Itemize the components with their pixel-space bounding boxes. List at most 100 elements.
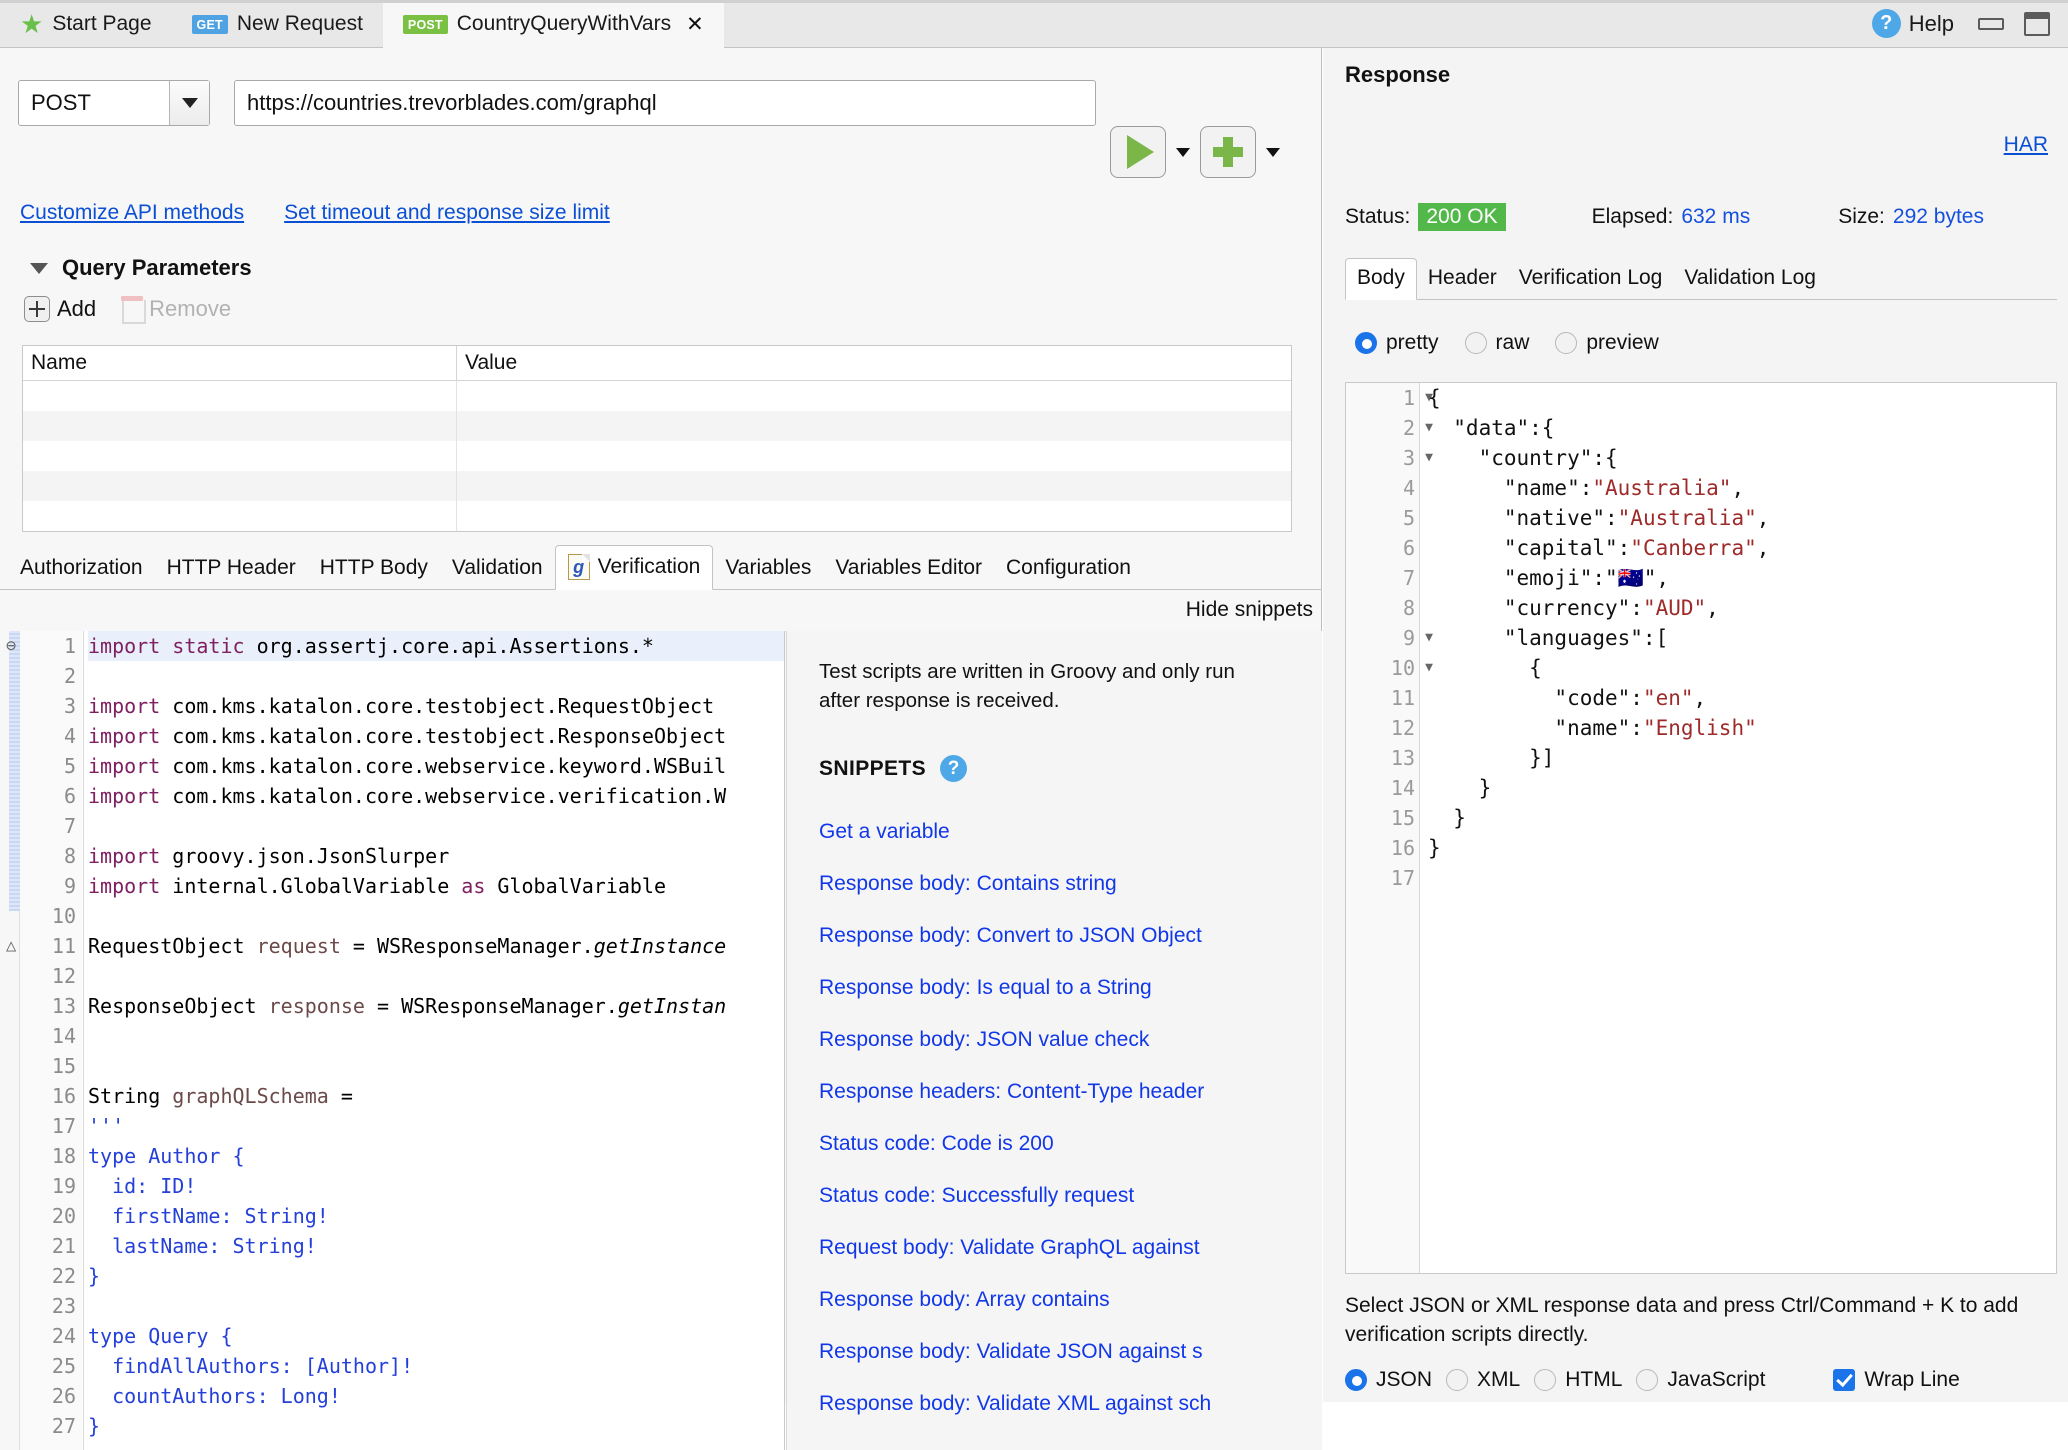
code-line[interactable]: import com.kms.katalon.core.webservice.v…	[88, 781, 784, 811]
cell-name[interactable]	[23, 471, 457, 501]
tab-http-body[interactable]: HTTP Body	[308, 548, 440, 589]
add-request-button[interactable]	[1200, 126, 1256, 178]
cell-name[interactable]	[23, 501, 457, 531]
radio-icon[interactable]	[1636, 1368, 1659, 1391]
tab-header[interactable]: Header	[1417, 259, 1508, 299]
code-line[interactable]: lastName: String!	[88, 1231, 784, 1261]
code-line[interactable]: import groovy.json.JsonSlurper	[88, 841, 784, 871]
response-line[interactable]: "native":"Australia",	[1428, 503, 2056, 533]
collapse-triangle-icon[interactable]	[30, 262, 48, 274]
snippet-link[interactable]: Response headers: Content-Type header	[819, 1066, 1322, 1118]
code-line[interactable]	[88, 811, 784, 841]
response-line[interactable]: }]	[1428, 743, 2056, 773]
tab-validation-log[interactable]: Validation Log	[1673, 259, 1827, 299]
response-body-viewer[interactable]: 1 ▼ 2 ▼ 3 ▼ 4 5 6 7 8 9 ▼ 10 ▼ 11 12 13 14 15 16 17 { "data":…	[1345, 382, 2057, 1274]
table-row[interactable]	[23, 501, 1291, 531]
response-line[interactable]: }	[1428, 833, 2056, 863]
code-line[interactable]: ResponseObject response = WSResponseMana…	[88, 991, 784, 1021]
snippet-link[interactable]: Request body: Validate GraphQL against	[819, 1222, 1322, 1274]
tab-country-query-with-vars[interactable]: POST CountryQueryWithVars ✕	[382, 0, 724, 48]
response-line[interactable]: "name":"Australia",	[1428, 473, 2056, 503]
radio-xml[interactable]: XML	[1446, 1368, 1520, 1392]
table-row[interactable]	[23, 471, 1291, 501]
response-line[interactable]	[1428, 863, 2056, 893]
cell-name[interactable]	[23, 411, 457, 441]
snippet-link[interactable]: Response body: JSON value check	[819, 1014, 1322, 1066]
http-method-select[interactable]: POST	[18, 80, 210, 126]
tab-variables[interactable]: Variables	[713, 548, 823, 589]
snippet-link[interactable]: Status code: Successfully request	[819, 1170, 1322, 1222]
query-parameters-header[interactable]: Query Parameters	[30, 255, 252, 281]
radio-icon[interactable]	[1464, 332, 1487, 354]
snippet-link[interactable]: Response body: Convert to JSON Object	[819, 910, 1322, 962]
tab-body[interactable]: Body	[1345, 258, 1417, 300]
har-link[interactable]: HAR	[2004, 133, 2048, 157]
send-dropdown-icon[interactable]	[1176, 147, 1190, 157]
code-line[interactable]: import com.kms.katalon.core.testobject.R…	[88, 691, 784, 721]
chevron-down-icon[interactable]	[169, 81, 209, 125]
code-line[interactable]: }	[88, 1411, 784, 1441]
code-line[interactable]: import static org.assertj.core.api.Asser…	[88, 631, 784, 661]
tab-validation[interactable]: Validation	[440, 548, 555, 589]
send-request-button[interactable]	[1110, 126, 1166, 178]
radio-icon[interactable]	[1555, 332, 1578, 354]
snippet-link[interactable]: Response body: Is equal to a String	[819, 962, 1322, 1014]
code-line[interactable]	[88, 901, 784, 931]
snippet-link[interactable]: Get a variable	[819, 806, 1322, 858]
checkmark-icon[interactable]	[1833, 1368, 1856, 1391]
minimize-icon[interactable]	[1976, 11, 2004, 37]
response-line[interactable]: {	[1428, 383, 2056, 413]
warning-icon[interactable]: △	[6, 931, 16, 961]
code-line[interactable]: type Author {	[88, 1141, 784, 1171]
cell-value[interactable]	[457, 501, 1291, 531]
code-line[interactable]	[88, 1051, 784, 1081]
response-line[interactable]: }	[1428, 803, 2056, 833]
table-row[interactable]	[23, 441, 1291, 471]
wrap-line-checkbox[interactable]: Wrap Line	[1833, 1368, 1960, 1392]
response-line[interactable]: "code":"en",	[1428, 683, 2056, 713]
cell-value[interactable]	[457, 471, 1291, 501]
tab-variables-editor[interactable]: Variables Editor	[823, 548, 994, 589]
table-row[interactable]	[23, 411, 1291, 441]
code-line[interactable]: import com.kms.katalon.core.testobject.R…	[88, 721, 784, 751]
code-line[interactable]	[88, 661, 784, 691]
close-icon[interactable]: ✕	[686, 12, 704, 37]
fold-icon[interactable]: ⊖	[6, 631, 16, 661]
cell-name[interactable]	[23, 381, 457, 411]
tab-new-request[interactable]: GET New Request	[172, 0, 383, 48]
response-line[interactable]: "languages":[	[1428, 623, 2056, 653]
tab-authorization[interactable]: Authorization	[8, 548, 155, 589]
snippet-link[interactable]: Response body: Validate JSON against s	[819, 1326, 1322, 1378]
code-line[interactable]	[88, 1021, 784, 1051]
response-line[interactable]: "data":{	[1428, 413, 2056, 443]
add-parameter-button[interactable]: Add	[24, 296, 96, 322]
snippet-link[interactable]: Response body: Validate XML against sch	[819, 1378, 1322, 1430]
cell-value[interactable]	[457, 411, 1291, 441]
script-editor[interactable]: ⊖ 1 2 3 4 5 6 7 8 9 10 △ 11 12 13 14 15 16 17 18 19 20 21 22 23 2…	[0, 631, 785, 1450]
code-line[interactable]	[88, 961, 784, 991]
radio-pretty[interactable]: pretty	[1355, 331, 1439, 355]
code-line[interactable]: countAuthors: Long!	[88, 1381, 784, 1411]
code-line[interactable]: import com.kms.katalon.core.webservice.k…	[88, 751, 784, 781]
editor-code-content[interactable]: import static org.assertj.core.api.Asser…	[83, 631, 784, 1450]
response-line[interactable]: "capital":"Canberra",	[1428, 533, 2056, 563]
response-line[interactable]: "country":{	[1428, 443, 2056, 473]
radio-html[interactable]: HTML	[1534, 1368, 1622, 1392]
table-row[interactable]	[23, 381, 1291, 411]
response-body-content[interactable]: { "data":{ "country":{ "name":"Australia…	[1428, 383, 2056, 1273]
code-line[interactable]: type Query {	[88, 1321, 784, 1351]
radio-json[interactable]: JSON	[1345, 1368, 1432, 1392]
response-line[interactable]: {	[1428, 653, 2056, 683]
radio-javascript[interactable]: JavaScript	[1636, 1368, 1765, 1392]
snippet-link[interactable]: Response body: Contains string	[819, 858, 1322, 910]
help-button[interactable]: ? Help	[1871, 9, 1954, 38]
add-dropdown-icon[interactable]	[1266, 147, 1280, 157]
code-line[interactable]: '''	[88, 1111, 784, 1141]
radio-icon[interactable]	[1345, 1368, 1367, 1391]
code-line[interactable]: firstName: String!	[88, 1201, 784, 1231]
code-line[interactable]: import internal.GlobalVariable as Global…	[88, 871, 784, 901]
cell-value[interactable]	[457, 441, 1291, 471]
tab-verification-log[interactable]: Verification Log	[1508, 259, 1674, 299]
radio-icon[interactable]	[1534, 1368, 1557, 1391]
hide-snippets-button[interactable]: Hide snippets	[1186, 598, 1313, 622]
